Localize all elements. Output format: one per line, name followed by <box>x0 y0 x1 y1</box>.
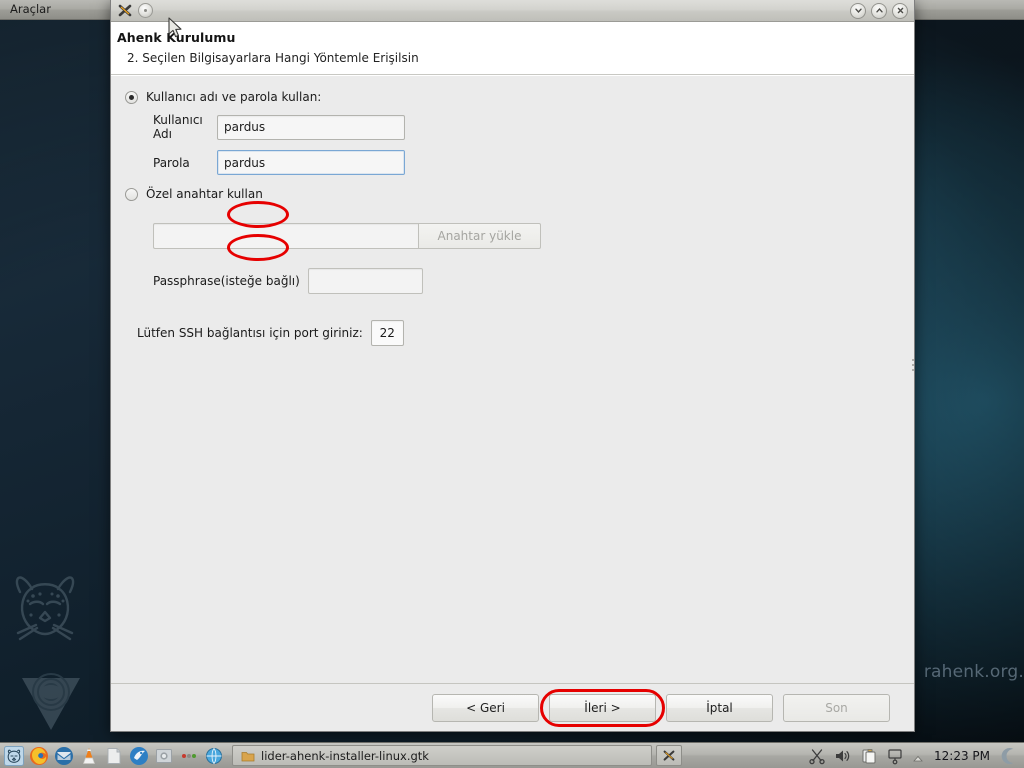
file-manager-icon[interactable] <box>104 746 124 766</box>
dialog-header: Ahenk Kurulumu 2. Seçilen Bilgisayarlara… <box>111 22 914 75</box>
app-icon <box>663 750 675 761</box>
klipper-icon[interactable] <box>860 747 878 765</box>
moon-icon[interactable] <box>1000 746 1020 766</box>
desktop-watermark: rahenk.org. <box>923 662 1024 682</box>
key-upload-button[interactable]: Anahtar yükle <box>418 223 541 249</box>
window-resize-grip[interactable] <box>910 330 915 400</box>
key-path-input[interactable] <box>153 223 418 249</box>
key-path-row: Anahtar yükle <box>125 223 898 249</box>
scissors-icon[interactable] <box>808 747 826 765</box>
port-label: Lütfen SSH bağlantısı için port giriniz: <box>137 326 363 340</box>
task-entry-title: lider-ahenk-installer-linux.gtk <box>261 748 429 763</box>
username-row: Kullanıcı Adı pardus <box>125 113 898 141</box>
passphrase-row: Passphrase(isteğe bağlı) <box>125 268 898 294</box>
window-menu-icon[interactable] <box>138 3 153 18</box>
username-input[interactable]: pardus <box>217 114 405 140</box>
password-label: Parola <box>153 155 190 170</box>
thunderbird-icon[interactable] <box>54 746 74 766</box>
task-entry-installer[interactable]: lider-ahenk-installer-linux.gtk <box>232 745 652 766</box>
back-button[interactable]: < Geri <box>432 693 539 722</box>
konqueror-icon[interactable] <box>129 746 149 766</box>
radio-key-icon[interactable] <box>125 187 138 201</box>
chevron-up-icon[interactable] <box>871 2 887 19</box>
image-viewer-icon[interactable] <box>154 746 174 766</box>
task-entry-secondary[interactable] <box>656 745 682 766</box>
dialog-button-bar: < Geri İleri > İptal Son <box>111 683 914 731</box>
installer-window: Ahenk Kurulumu 2. Seçilen Bilgisayarlara… <box>110 0 915 732</box>
pardus-leopard-logo <box>6 570 84 654</box>
next-button[interactable]: İleri > <box>549 693 656 722</box>
chevron-down-icon[interactable] <box>850 2 866 19</box>
password-input[interactable]: pardus <box>217 150 405 175</box>
finish-button: Son <box>783 693 890 722</box>
passphrase-input[interactable] <box>307 268 423 294</box>
firefox-icon[interactable] <box>29 746 49 766</box>
globe-icon[interactable] <box>204 746 224 766</box>
dialog-body: Kullanıcı adı ve parola kullan: Kullanıc… <box>111 75 914 683</box>
close-icon[interactable] <box>892 2 908 19</box>
taskbar-tasklist: lider-ahenk-installer-linux.gtk <box>232 745 682 766</box>
window-titlebar[interactable] <box>111 0 914 22</box>
titlebar-left-controls <box>111 3 153 19</box>
page-title: Ahenk Kurulumu <box>117 30 236 45</box>
password-row: Parola pardus <box>125 150 898 175</box>
taskbar-launchers <box>0 745 224 766</box>
taskbar-clock[interactable]: 12:23 PM <box>932 749 992 763</box>
vlc-icon[interactable] <box>79 746 99 766</box>
radio-key-label: Özel anahtar kullan <box>146 187 263 201</box>
cancel-button[interactable]: İptal <box>666 693 773 722</box>
titlebar-window-controls <box>850 2 914 19</box>
dots-icon[interactable] <box>179 746 199 766</box>
radio-password-label: Kullanıcı adı ve parola kullan: <box>146 90 322 104</box>
mouse-cursor <box>168 17 184 43</box>
next-button-wrapper: İleri > <box>540 688 665 727</box>
folder-icon <box>241 749 255 763</box>
radio-option-key[interactable]: Özel anahtar kullan <box>125 187 898 201</box>
radio-password-icon[interactable] <box>125 90 138 104</box>
taskbar-systray: 12:23 PM <box>808 746 1024 766</box>
top-panel-menu-araclar[interactable]: Araçlar <box>0 0 61 19</box>
pardus-menu-icon[interactable] <box>4 745 24 766</box>
username-label: Kullanıcı Adı <box>153 113 203 141</box>
taskbar: lider-ahenk-installer-linux.gtk 12:23 PM <box>0 742 1024 768</box>
pardus-triangle-logo <box>18 666 84 738</box>
page-subtitle: 2. Seçilen Bilgisayarlara Hangi Yöntemle… <box>127 51 419 65</box>
app-icon <box>117 3 133 19</box>
passphrase-label: Passphrase(isteğe bağlı) <box>153 274 300 288</box>
show-hidden-icon[interactable] <box>912 750 924 762</box>
port-input[interactable]: 22 <box>370 320 404 346</box>
port-row: Lütfen SSH bağlantısı için port giriniz:… <box>125 320 898 346</box>
volume-icon[interactable] <box>834 747 852 765</box>
radio-option-password[interactable]: Kullanıcı adı ve parola kullan: <box>125 90 898 104</box>
network-icon[interactable] <box>886 747 904 765</box>
